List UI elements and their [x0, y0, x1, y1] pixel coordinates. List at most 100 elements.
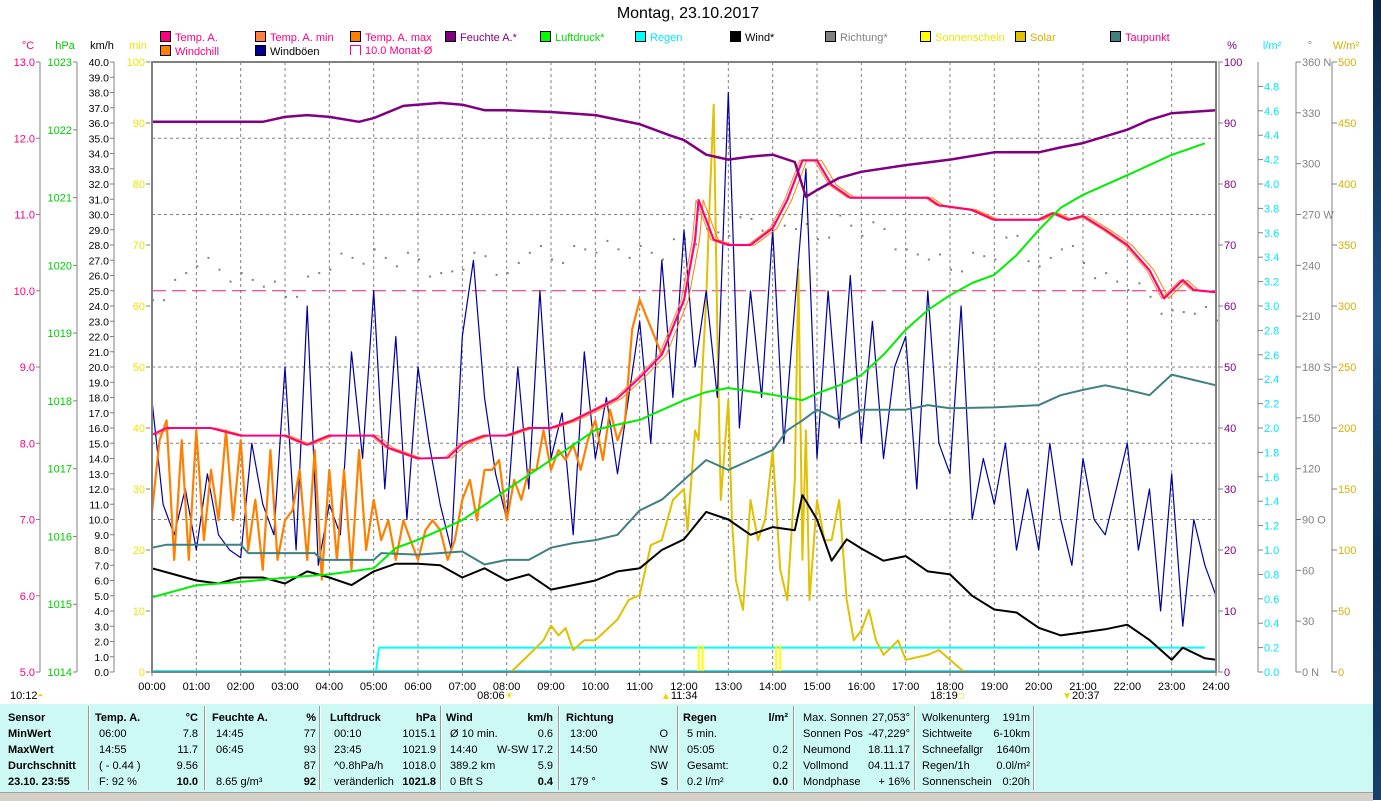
axis-tick-label: 33.0 — [89, 164, 110, 176]
direction-point — [739, 216, 742, 219]
direction-point — [606, 239, 609, 242]
axis-tick-label: 100 — [1338, 545, 1356, 557]
table-cell-value: NW — [649, 744, 668, 756]
direction-point — [584, 248, 587, 251]
x-axis-tick-label: 15:00 — [803, 681, 831, 693]
info-value: + 16% — [878, 776, 911, 788]
x-axis-tick-label: 07:00 — [449, 681, 477, 693]
table-row-label: Durchschnitt — [8, 760, 76, 772]
table-cell-label: 14:45 — [216, 728, 244, 740]
info-label: Sonnen Pos — [803, 728, 863, 740]
direction-point — [794, 228, 797, 231]
axis-unit-label: min — [129, 40, 147, 52]
direction-point — [406, 251, 409, 254]
axis-unit-label: hPa — [55, 40, 75, 52]
table-cell-label: 23:45 — [334, 744, 362, 756]
axis-tick-label: 28.0 — [89, 240, 110, 252]
axis-tick-label: 39.0 — [89, 72, 110, 84]
direction-point — [207, 256, 210, 259]
axis-tick-label: 0.6 — [1264, 594, 1279, 606]
axis-tick-label: 6.0 — [94, 576, 109, 588]
direction-point — [1027, 260, 1030, 263]
direction-point — [1182, 311, 1185, 314]
table-cell-value: 0.2 — [772, 744, 788, 756]
axis-tick-label: 25.0 — [89, 286, 110, 298]
table-cell-value: 77 — [303, 728, 316, 740]
direction-point — [1149, 295, 1152, 298]
info-label: Regen/1h — [922, 760, 970, 772]
direction-point — [916, 253, 919, 256]
moonset-icon: ▼ — [1062, 691, 1073, 702]
axis-tick-label: 1015 — [48, 599, 72, 611]
table-cell-label: F: 92 % — [99, 776, 137, 788]
axis-tick-label: 0 — [139, 667, 145, 679]
axis-tick-label: 6.0 — [20, 591, 35, 603]
axis-tick-label: 1.4 — [1264, 496, 1279, 508]
axis-tick-label: 17.0 — [89, 408, 110, 420]
direction-point — [163, 299, 166, 302]
direction-point — [562, 261, 565, 264]
direction-point — [628, 256, 631, 259]
table-cell-label: ^0.8hPa/h — [334, 760, 384, 772]
axis-unit-label: W/m² — [1333, 40, 1360, 52]
direction-point — [551, 258, 553, 261]
info-label: Neumond — [803, 744, 851, 756]
axis-tick-label: 150 — [1302, 413, 1320, 425]
axis-unit-label: km/h — [90, 40, 114, 52]
table-cell-label: 14:40 — [450, 744, 478, 756]
axis-tick-label: 1016 — [48, 531, 72, 543]
direction-point — [1105, 272, 1108, 275]
axis-tick-label: 4.4 — [1264, 130, 1279, 142]
table-column-header: Wind — [446, 712, 473, 724]
table-cell-value: 93 — [303, 744, 316, 756]
axis-tick-label: 210 — [1302, 311, 1320, 323]
axis-tick-label: 100 — [1224, 57, 1242, 69]
x-axis-tick-label: 14:00 — [759, 681, 787, 693]
axis-tick-label: 350 — [1338, 240, 1356, 252]
axis-tick-label: 22.0 — [89, 332, 110, 344]
axis-tick-label: 4.0 — [94, 606, 109, 618]
table-column-separator — [677, 706, 679, 790]
axis-tick-label: 8.0 — [94, 545, 109, 557]
direction-point — [761, 229, 764, 232]
axis-tick-label: 1.0 — [94, 652, 109, 664]
axis-tick-label: 40.0 — [89, 57, 110, 69]
axis-tick-label: 4.0 — [1264, 179, 1279, 191]
axis-tick-label: 18.0 — [89, 393, 110, 405]
table-cell-value: 1015.1 — [402, 728, 436, 740]
axis-tick-label: 30 — [1302, 616, 1314, 628]
direction-point — [1005, 236, 1008, 239]
table-cell-value: 7.8 — [182, 728, 198, 740]
table-row-label: MinWert — [8, 728, 52, 740]
axis-tick-label: 100 — [127, 57, 145, 69]
x-axis-tick-label: 01:00 — [183, 681, 211, 693]
axis-tick-label: 27.0 — [89, 255, 110, 267]
table-cell-value: 0.6 — [537, 728, 553, 740]
axis-tick-label: 300 — [1338, 301, 1356, 313]
direction-point — [174, 278, 177, 281]
table-column-unit: hPa — [415, 712, 436, 724]
info-value: 04.11.17 — [867, 760, 910, 772]
axis-tick-label: 20 — [1224, 545, 1236, 557]
direction-point — [1016, 234, 1019, 237]
axis-tick-label: 4.2 — [1264, 155, 1279, 167]
desktop-background-strip — [1373, 0, 1381, 800]
direction-point — [1171, 309, 1174, 312]
info-value: -47,229° — [868, 728, 910, 740]
axis-tick-label: 1014 — [48, 667, 72, 679]
axis-tick-label: 330 — [1302, 108, 1320, 120]
direction-point — [218, 268, 221, 271]
direction-point — [351, 256, 354, 259]
axis-tick-label: 9.0 — [20, 362, 35, 374]
axis-tick-label: 2.4 — [1264, 374, 1279, 386]
time-marker: 10:12◓ — [10, 690, 44, 702]
table-column-header: Richtung — [566, 712, 614, 724]
x-axis-tick-label: 11:00 — [626, 681, 653, 693]
direction-point — [927, 258, 930, 261]
direction-point — [528, 251, 531, 254]
table-cell-value: O — [659, 728, 668, 740]
direction-point — [828, 236, 831, 239]
x-axis-tick-label: 19:00 — [981, 681, 1009, 693]
table-cell-label: 00:10 — [334, 728, 362, 740]
table-cell-label: veränderlich — [334, 776, 394, 788]
